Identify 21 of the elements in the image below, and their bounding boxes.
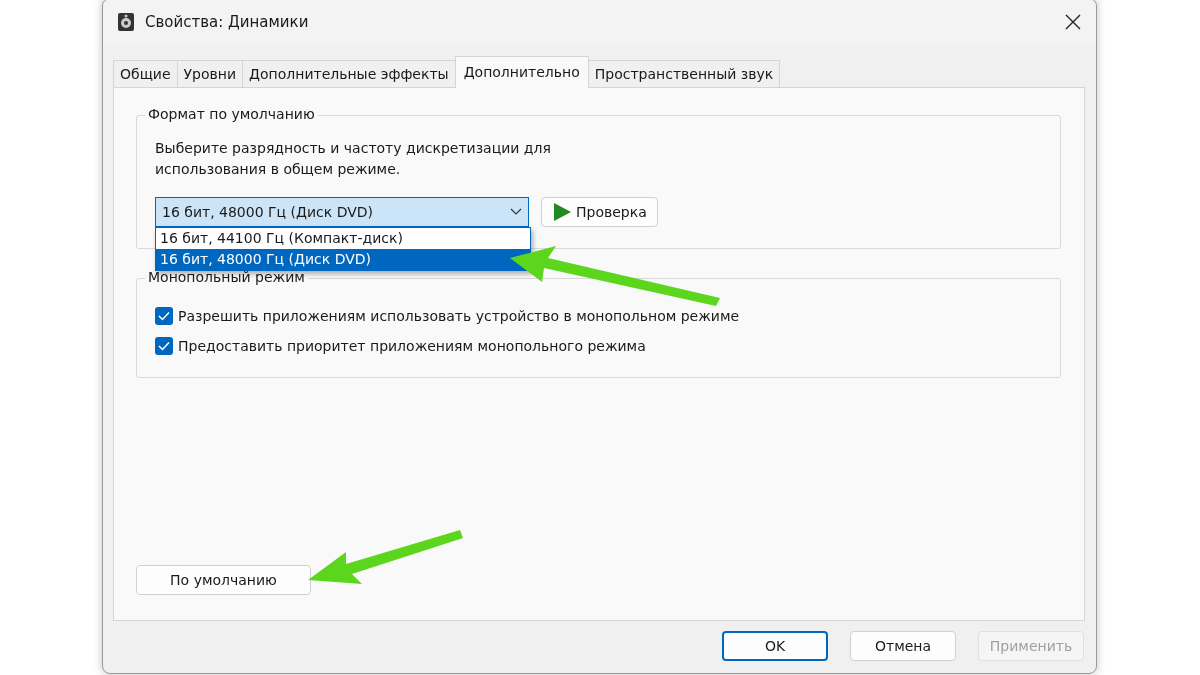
checkbox[interactable] (155, 337, 173, 355)
dropdown-option[interactable]: 16 бит, 44100 Гц (Компакт-диск) (156, 228, 530, 249)
test-button[interactable]: Проверка (541, 197, 658, 227)
restore-defaults-button[interactable]: По умолчанию (136, 565, 311, 595)
dropdown-option[interactable]: 16 бит, 48000 Гц (Диск DVD) (156, 249, 530, 270)
group-title: Формат по умолчанию (145, 106, 318, 122)
checkmark-icon (158, 341, 170, 351)
play-icon (552, 202, 572, 222)
checkbox-label: Предоставить приоритет приложениям монопольного режима (178, 338, 646, 354)
tab[interactable]: Дополнительно (454, 56, 589, 88)
dialog-button[interactable]: Отмена (850, 631, 956, 661)
checkbox-label: Разрешить приложениям использовать устройство в монопольном режиме (178, 308, 740, 324)
speaker-icon (117, 12, 135, 32)
tab[interactable]: Пространственный звук (587, 60, 781, 87)
chevron-down-icon (510, 208, 522, 216)
checkbox[interactable] (155, 307, 173, 325)
tab[interactable]: Общие (113, 60, 178, 87)
window-title: Свойства: Динамики (145, 13, 310, 31)
dialog-button[interactable]: OK (722, 631, 828, 661)
checkmark-icon (158, 311, 170, 321)
description-text: Выберите разрядность и частоту дискретизации для использования в общем режиме. (155, 139, 552, 179)
